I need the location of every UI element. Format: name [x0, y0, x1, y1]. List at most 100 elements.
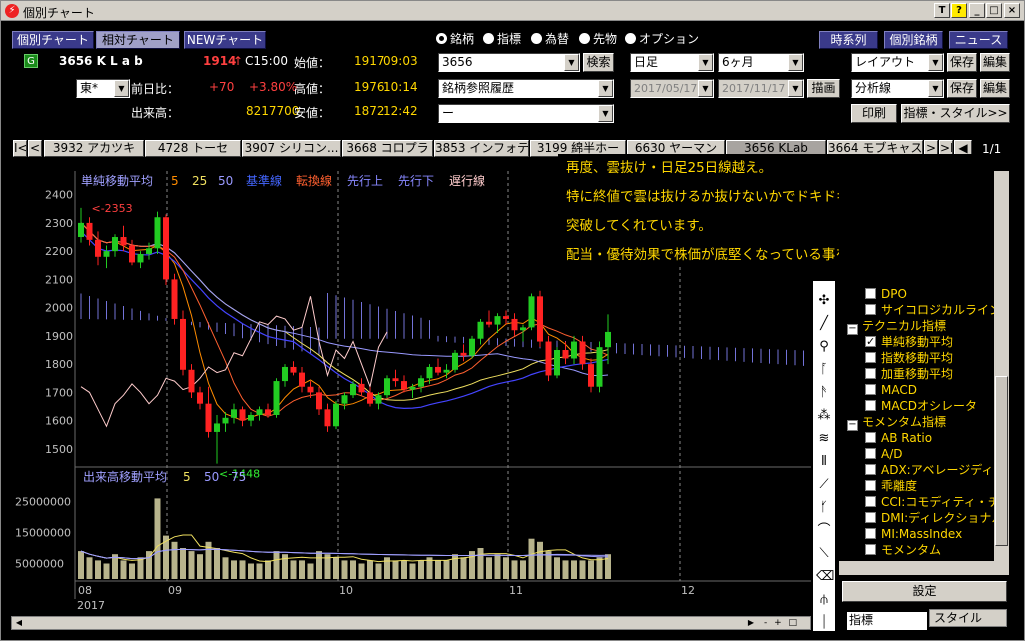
checkbox[interactable]: [865, 432, 876, 443]
date-to-input[interactable]: 2017/11/17 ▼: [718, 79, 804, 98]
checkbox[interactable]: [865, 368, 876, 379]
checkbox[interactable]: [865, 544, 876, 555]
tree-item[interactable]: DMI:ディレクショナル: [865, 510, 994, 526]
sub-select[interactable]: ー ▼: [438, 104, 614, 123]
checkbox[interactable]: [865, 304, 876, 315]
radio-futures[interactable]: 先物: [579, 30, 617, 47]
new-chart-button[interactable]: NEWチャート: [184, 31, 266, 49]
relative-chart-button[interactable]: 相対チャート: [96, 31, 180, 49]
cycle-icon[interactable]: ⌒: [816, 523, 832, 539]
text-mode-button[interactable]: T: [934, 3, 950, 18]
tree-item[interactable]: MACD: [865, 382, 917, 398]
fan-icon[interactable]: ⚲: [816, 339, 832, 355]
layout-edit-button[interactable]: 編集: [980, 53, 1010, 72]
stock-tab[interactable]: 3668 コロプラ: [342, 140, 433, 157]
tab-prev-icon[interactable]: <: [28, 140, 42, 157]
scroll-right-icon[interactable]: ▶: [745, 617, 757, 629]
tab-scroll-left-icon[interactable]: I<: [13, 140, 27, 157]
history-select[interactable]: 銘柄参照履歴 ▼: [438, 79, 614, 98]
tree-item[interactable]: 加重移動平均: [865, 366, 953, 382]
checkbox[interactable]: [865, 496, 876, 507]
zoom-controls-icon[interactable]: - + □: [764, 617, 808, 629]
crosshair-icon[interactable]: ✣: [816, 293, 832, 309]
checkbox[interactable]: [865, 464, 876, 475]
checkbox[interactable]: [865, 480, 876, 491]
radio-options[interactable]: オプション: [625, 30, 699, 47]
stock-tab[interactable]: 4728 トーセ: [145, 140, 241, 157]
tree-group[interactable]: − テクニカル指標: [847, 318, 946, 335]
delete-icon[interactable]: ⏐: [816, 615, 832, 631]
radio-stock[interactable]: 銘柄: [436, 30, 474, 47]
arc-icon[interactable]: ⁂: [816, 408, 832, 424]
checkbox[interactable]: [865, 448, 876, 459]
timeseries-button[interactable]: 時系列: [819, 31, 878, 49]
close-button[interactable]: ×: [1004, 3, 1020, 18]
fibonacci-icon[interactable]: ᚪ: [816, 362, 832, 378]
settings-button[interactable]: 設定: [842, 581, 1007, 602]
checkbox[interactable]: [865, 334, 876, 350]
interval-select[interactable]: 日足 ▼: [630, 53, 714, 72]
tree-item[interactable]: CCI:コモディティ・チャ: [865, 494, 994, 510]
indicator-style-button[interactable]: 指標・スタイル>>: [901, 104, 1010, 123]
stock-tab[interactable]: 3932 アカツキ: [44, 140, 144, 157]
minimize-button[interactable]: _: [969, 3, 985, 18]
fibonacci-fan-icon[interactable]: ᚫ: [816, 385, 832, 401]
single-chart-button[interactable]: 個別チャート: [12, 31, 94, 49]
individual-stock-button[interactable]: 個別銘柄: [884, 31, 943, 49]
tree-item[interactable]: A/D: [865, 446, 903, 462]
maximize-button[interactable]: □: [986, 3, 1002, 18]
gann-icon[interactable]: ᚶ: [816, 500, 832, 516]
news-button[interactable]: ニュース: [949, 31, 1008, 49]
scroll-left-icon[interactable]: ◀: [13, 617, 25, 629]
retracement-icon[interactable]: ⫴: [816, 454, 832, 470]
analysis-save-button[interactable]: 保存: [947, 79, 977, 98]
tree-item[interactable]: サイコロジカルライン: [865, 302, 994, 318]
checkbox[interactable]: [865, 384, 876, 395]
stock-tab[interactable]: 3907 シリコン...: [242, 140, 341, 157]
tree-item[interactable]: 単純移動平均: [865, 334, 953, 350]
tree-item[interactable]: モメンタム: [865, 542, 941, 558]
draw-button[interactable]: 描画: [807, 79, 840, 98]
tree-item[interactable]: MI:MassIndex: [865, 526, 962, 542]
layout-select[interactable]: レイアウト ▼: [851, 53, 944, 72]
tree-item[interactable]: AB Ratio: [865, 430, 932, 446]
tree-item[interactable]: DPO: [865, 286, 907, 302]
tab-indicator[interactable]: 指標: [847, 612, 927, 630]
tree-scroll-thumb[interactable]: [995, 376, 1008, 546]
market-select[interactable]: 東* ▼: [76, 79, 130, 98]
time-zone-icon[interactable]: ⟍: [816, 546, 832, 562]
tree-item[interactable]: MACDオシレータ: [865, 398, 977, 414]
tab-style[interactable]: スタイル: [929, 609, 1007, 627]
search-button[interactable]: 検索: [583, 53, 614, 72]
parallel-line-icon[interactable]: ⟋: [816, 477, 832, 493]
checkbox[interactable]: [865, 528, 876, 539]
checkbox[interactable]: [865, 400, 876, 411]
eraser-icon[interactable]: ⌫: [816, 569, 834, 585]
help-button[interactable]: ?: [951, 3, 967, 18]
tree-hscrollbar[interactable]: [839, 561, 1009, 575]
analysis-select[interactable]: 分析線 ▼: [851, 79, 944, 98]
tree-group[interactable]: − モメンタム指標: [847, 414, 946, 431]
channel-icon[interactable]: ≋: [816, 431, 832, 447]
tree-item[interactable]: ADX:アベレージディレ: [865, 462, 994, 478]
range-select[interactable]: 6ヶ月 ▼: [718, 53, 804, 72]
radio-index[interactable]: 指標: [483, 30, 521, 47]
checkbox[interactable]: [865, 512, 876, 523]
pitchfork-icon[interactable]: ⫛: [816, 592, 832, 608]
analysis-edit-button[interactable]: 編集: [980, 79, 1010, 98]
checkbox[interactable]: [865, 288, 876, 299]
print-button[interactable]: 印刷: [851, 104, 897, 123]
tree-item[interactable]: 乖離度: [865, 478, 917, 494]
stock-code-input[interactable]: 3656 ▼: [438, 53, 580, 72]
collapse-icon[interactable]: −: [847, 324, 858, 335]
tree-item[interactable]: 指数移動平均: [865, 350, 953, 366]
chart-hscrollbar[interactable]: ◀ ▶ - + □: [11, 616, 811, 630]
collapse-icon[interactable]: −: [847, 420, 858, 431]
stock-tab[interactable]: 3853 インフォテリ: [434, 140, 529, 157]
radio-fx[interactable]: 為替: [531, 30, 569, 47]
trendline-icon[interactable]: ╱: [816, 316, 832, 332]
layout-save-button[interactable]: 保存: [947, 53, 977, 72]
checkbox[interactable]: [865, 352, 876, 363]
tree-scrollbar[interactable]: [994, 171, 1009, 561]
date-from-input[interactable]: 2017/05/17 ▼: [630, 79, 714, 98]
